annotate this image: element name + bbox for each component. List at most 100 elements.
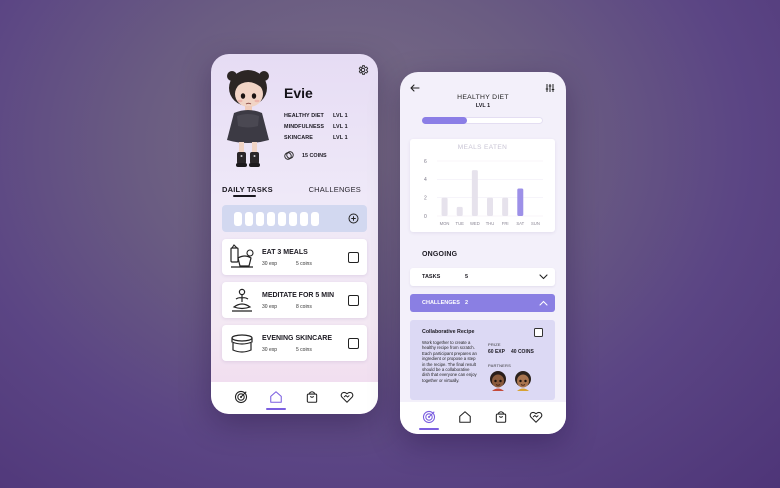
progress-slot — [256, 211, 264, 226]
tab-daily-tasks[interactable]: DAILY TASKS — [222, 185, 273, 194]
skincare-jar-icon — [231, 334, 253, 353]
partner-avatar[interactable] — [513, 370, 533, 392]
x-tick-label: SUN — [531, 221, 540, 226]
task-card[interactable]: EAT 3 MEALS 30 exp 5 coins — [222, 239, 367, 275]
challenge-card[interactable]: Collaborative Recipe Work together to cr… — [410, 320, 555, 400]
coins-balance: 15 COINS — [284, 151, 327, 160]
home-icon[interactable] — [458, 410, 472, 424]
nav-active-indicator — [266, 408, 286, 410]
chevron-down-icon[interactable] — [539, 273, 548, 281]
skill-level: LVL 1 — [333, 113, 348, 119]
tab-active-indicator — [233, 195, 256, 197]
add-circle-icon[interactable] — [348, 213, 359, 224]
skill-healthy-diet: HEALTHY DIET LVL 1 — [284, 113, 348, 119]
task-exp: 30 exp — [262, 261, 278, 267]
bar-mon — [441, 197, 448, 216]
x-tick-label: SAT — [516, 221, 524, 226]
x-tick-label: WED — [470, 221, 480, 226]
task-checkbox[interactable] — [348, 295, 359, 306]
x-tick-label: FRI — [502, 221, 509, 226]
daily-progress-tracker — [222, 205, 367, 232]
task-coins: 8 coins — [296, 304, 312, 310]
avatar — [227, 70, 269, 167]
x-tick-label: TUE — [456, 221, 465, 226]
target-icon[interactable] — [422, 410, 436, 424]
coins-icon — [284, 151, 294, 160]
target-icon[interactable] — [234, 390, 248, 404]
challenge-checkbox[interactable] — [534, 328, 543, 337]
progress-slot — [245, 211, 253, 226]
bottom-nav — [400, 402, 566, 434]
accordion-label: CHALLENGES — [422, 300, 460, 306]
bar-wed — [471, 170, 478, 216]
home-icon[interactable] — [269, 390, 283, 404]
skill-level: LVL 1 — [333, 135, 348, 141]
heart-handshake-icon[interactable] — [529, 410, 543, 424]
challenges-accordion[interactable]: CHALLENGES 2 — [410, 294, 555, 312]
task-checkbox[interactable] — [348, 252, 359, 263]
bottom-nav — [211, 382, 378, 414]
task-tabs: DAILY TASKS CHALLENGES — [222, 185, 367, 199]
prize-label: PRIZE — [488, 342, 501, 347]
partner-avatar[interactable] — [488, 370, 508, 392]
sliders-icon[interactable] — [545, 83, 555, 93]
skill-name: SKINCARE — [284, 135, 313, 141]
progress-slot — [289, 211, 297, 226]
task-exp: 30 exp — [262, 347, 278, 353]
progress-slot — [267, 211, 275, 226]
nav-active-indicator — [419, 428, 439, 430]
profile-name: Evie — [284, 85, 313, 101]
profile-screen: Evie HEALTHY DIET LVL 1 MINDFULNESS LVL … — [211, 54, 378, 414]
skill-name: HEALTHY DIET — [284, 113, 324, 119]
gear-icon[interactable] — [357, 64, 369, 76]
skill-level: LVL 1 — [333, 124, 348, 130]
coins-text: 15 COINS — [302, 152, 327, 159]
task-checkbox[interactable] — [348, 338, 359, 349]
meal-icon — [230, 244, 254, 268]
progress-slot — [278, 211, 286, 226]
level-progress-fill — [422, 117, 467, 124]
bar-tue — [456, 206, 463, 216]
task-card[interactable]: MEDITATE FOR 5 MIN 30 exp 8 coins — [222, 282, 367, 318]
heart-handshake-icon[interactable] — [340, 390, 354, 404]
shopping-bag-icon[interactable] — [305, 390, 319, 404]
task-exp: 30 exp — [262, 304, 278, 310]
task-card[interactable]: EVENING SKINCARE 30 exp 5 coins — [222, 325, 367, 361]
bar-thu — [487, 197, 493, 216]
challenge-description: Work together to create a healthy recipe… — [422, 340, 477, 383]
accordion-count: 5 — [465, 274, 469, 280]
skill-skincare: SKINCARE LVL 1 — [284, 135, 348, 141]
meals-chart: MEALS EATEN 0 2 4 6 MON TUE WED THU FRI SAT SUN — [410, 139, 555, 232]
level-label: LVL 1 — [475, 103, 491, 109]
y-tick-label: 4 — [424, 177, 427, 183]
level-progress-bar — [422, 117, 543, 124]
shopping-bag-icon[interactable] — [494, 410, 508, 424]
bar-fri — [502, 197, 509, 216]
task-title: MEDITATE FOR 5 MIN — [262, 292, 335, 299]
progress-slot — [234, 211, 242, 226]
back-arrow-icon[interactable] — [410, 83, 420, 93]
chevron-up-icon[interactable] — [539, 299, 548, 307]
x-tick-label: MON — [440, 221, 450, 226]
tab-challenges[interactable]: CHALLENGES — [309, 185, 361, 194]
skill-name: MINDFULNESS — [284, 124, 325, 130]
challenge-title: Collaborative Recipe — [422, 329, 475, 335]
x-tick-label: THU — [486, 221, 495, 226]
y-tick-label: 6 — [424, 159, 427, 165]
progress-slot — [300, 211, 308, 226]
partners-label: PARTNERS — [488, 363, 512, 368]
prize-coins: 40 COINS — [511, 349, 534, 355]
accordion-count: 2 — [465, 300, 469, 306]
task-coins: 5 coins — [296, 347, 312, 353]
page-title: HEALTHY DIET — [457, 94, 509, 101]
tasks-accordion[interactable]: TASKS 5 — [410, 268, 555, 286]
healthy-diet-screen: HEALTHY DIET LVL 1 MEALS EATEN 0 2 4 6 MON TU… — [400, 72, 566, 434]
task-coins: 5 coins — [296, 261, 312, 267]
skill-mindfulness: MINDFULNESS LVL 1 — [284, 124, 348, 130]
meditation-icon — [232, 288, 252, 312]
prize-exp: 60 EXP — [488, 349, 505, 355]
bar-sat — [517, 188, 524, 216]
ongoing-heading: ONGOING — [422, 251, 458, 258]
task-title: EVENING SKINCARE — [262, 335, 333, 342]
progress-slot — [311, 211, 319, 226]
